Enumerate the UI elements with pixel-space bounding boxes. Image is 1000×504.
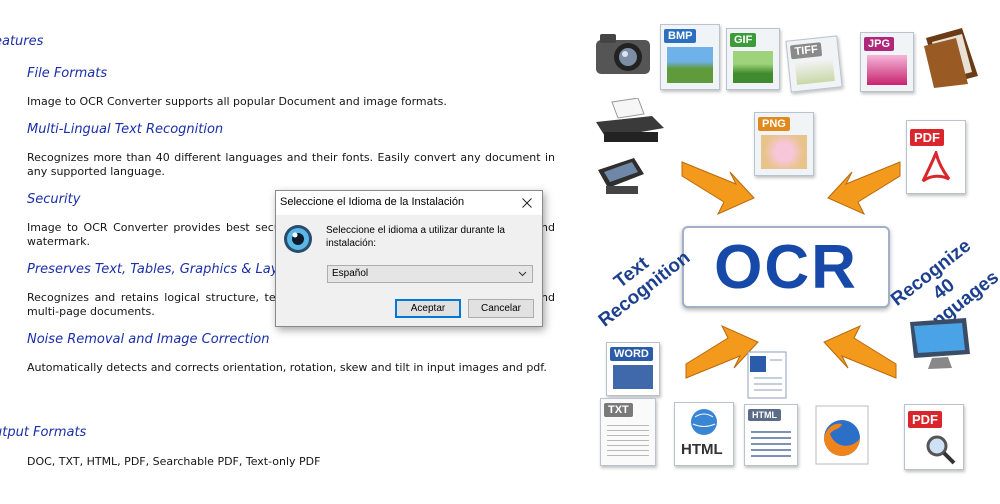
arrow-top-left-icon: [681, 161, 755, 216]
language-select[interactable]: Español: [327, 265, 533, 283]
eye-icon: [284, 225, 312, 253]
section-text-file-formats: Image to OCR Converter supports all popu…: [27, 95, 447, 108]
gif-file-icon: GIF: [726, 28, 780, 90]
section-text-noise-removal: Automatically detects and corrects orien…: [27, 361, 547, 374]
arrow-top-right-icon: [827, 161, 901, 216]
accept-button[interactable]: Aceptar: [395, 299, 461, 318]
section-title-preserves-layout: Preserves Text, Tables, Graphics & Layou…: [27, 262, 300, 277]
language-dialog: Seleccione el Idioma de la Instalación S…: [275, 190, 543, 327]
dialog-body: Seleccione el idioma a utilizar durante …: [276, 215, 542, 326]
dialog-title: Seleccione el Idioma de la Instalación: [280, 196, 465, 208]
section-title-noise-removal: Noise Removal and Image Correction: [27, 332, 270, 347]
bmp-label: BMP: [664, 29, 697, 43]
pdf-label: PDF: [910, 129, 944, 146]
firefox-icon: [815, 405, 869, 465]
word-label: WORD: [610, 347, 653, 361]
acrobat-icon: [921, 151, 951, 183]
close-button[interactable]: [512, 191, 542, 215]
globe-icon: [691, 409, 717, 435]
pdf-search-file-icon: PDF: [904, 404, 964, 470]
jpg-file-icon: JPG: [860, 32, 914, 92]
camera-icon: [596, 34, 650, 74]
monitor-icon: [910, 318, 970, 369]
folder-icon: [924, 28, 978, 88]
tiff-file-icon: TIFF: [785, 35, 843, 93]
ocr-logo-text: OCR: [714, 232, 858, 302]
output-formats-heading: utput Formats: [0, 425, 87, 440]
magnifier-icon: [926, 435, 956, 465]
word-file-icon: WORD: [606, 342, 660, 396]
html-file-icon: HTML: [674, 402, 734, 466]
png-file-icon: PNG: [754, 112, 814, 176]
arrow-bottom-right-icon: [823, 324, 897, 379]
pdf-file-icon: PDF: [906, 120, 966, 194]
png-label: PNG: [758, 117, 790, 131]
dialog-prompt: Seleccione el idioma a utilizar durante …: [326, 225, 505, 249]
section-title-multilingual: Multi-Lingual Text Recognition: [27, 122, 224, 137]
close-icon: [522, 198, 532, 208]
dialog-titlebar[interactable]: Seleccione el Idioma de la Instalación: [276, 191, 542, 215]
output-formats-text: DOC, TXT, HTML, PDF, Searchable PDF, Tex…: [27, 455, 321, 468]
features-heading: eatures: [0, 34, 44, 49]
language-select-value: Español: [332, 268, 369, 279]
txt-file-icon: TXT: [600, 398, 656, 466]
cancel-button[interactable]: Cancelar: [468, 299, 534, 318]
gif-label: GIF: [730, 33, 757, 47]
txt-label: TXT: [604, 403, 633, 417]
html-label: HTML: [681, 441, 723, 458]
ocr-collage: BMP GIF TIFF JPG PNG PDF OCR Text Recogn…: [588, 20, 1000, 480]
ocr-logo-box: OCR: [682, 226, 890, 308]
word-doc-icon: [747, 351, 787, 399]
section-title-file-formats: File Formats: [27, 66, 108, 81]
flatbed-scanner-icon: [598, 158, 644, 194]
html-doc-label: HTML: [748, 409, 781, 421]
tiff-label: TIFF: [789, 42, 823, 60]
pdf2-label: PDF: [908, 411, 942, 428]
scanner-icon: [596, 98, 664, 142]
bmp-file-icon: BMP: [660, 24, 720, 90]
html-doc-icon: HTML: [744, 404, 798, 466]
chevron-down-icon: [518, 271, 527, 277]
text-recognition-label: Text Recognition: [594, 247, 695, 332]
section-text-multilingual: Recognizes more than 40 different langua…: [27, 151, 555, 178]
section-title-security: Security: [27, 192, 81, 207]
jpg-label: JPG: [864, 37, 895, 51]
